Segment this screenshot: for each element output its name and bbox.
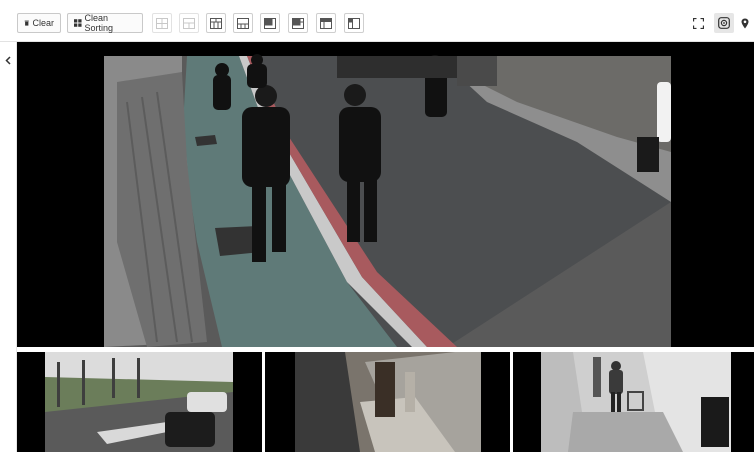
camera-tile-3[interactable] bbox=[513, 352, 754, 452]
layout-button-2[interactable] bbox=[179, 13, 199, 33]
layout-1-top-3-bottom-icon bbox=[237, 17, 249, 29]
camera-image-2 bbox=[265, 352, 510, 452]
trash-icon bbox=[24, 20, 29, 26]
snapshot-target-icon bbox=[718, 17, 730, 29]
snapshot-button[interactable] bbox=[714, 13, 734, 33]
camera-image-3 bbox=[513, 352, 754, 452]
main-camera-image bbox=[17, 42, 754, 347]
layout-button-6[interactable] bbox=[288, 13, 308, 33]
layout-button-8[interactable] bbox=[344, 13, 364, 33]
sidebar-collapse bbox=[0, 42, 17, 452]
video-grid bbox=[17, 42, 754, 452]
surveillance-app: Clear Clean Sorting bbox=[0, 0, 754, 452]
layout-2-top-icon bbox=[320, 17, 332, 29]
layout-1-top-2-bottom-icon bbox=[210, 17, 222, 29]
layout-button-5[interactable] bbox=[260, 13, 280, 33]
camera-image-1 bbox=[17, 352, 262, 452]
clear-label: Clear bbox=[32, 18, 54, 28]
layout-1-big-5-small-icon bbox=[292, 17, 304, 29]
clear-button[interactable]: Clear bbox=[17, 13, 61, 33]
map-pin-button[interactable] bbox=[738, 13, 752, 33]
map-pin-icon bbox=[741, 18, 749, 28]
layout-button-4[interactable] bbox=[233, 13, 253, 33]
fullscreen-icon bbox=[692, 17, 704, 29]
layout-button-3[interactable] bbox=[206, 13, 226, 33]
layout-button-7[interactable] bbox=[316, 13, 336, 33]
layout-1x2-h-icon bbox=[156, 17, 168, 29]
camera-tile-2[interactable] bbox=[265, 352, 510, 452]
toolbar: Clear Clean Sorting bbox=[0, 0, 754, 42]
fullscreen-button[interactable] bbox=[688, 13, 708, 33]
clean-sorting-button[interactable]: Clean Sorting bbox=[67, 13, 143, 33]
layout-1-left-3-right-icon bbox=[264, 17, 276, 29]
layout-button-1[interactable] bbox=[152, 13, 172, 33]
camera-tile-1[interactable] bbox=[17, 352, 262, 452]
clean-sorting-label: Clean Sorting bbox=[84, 13, 114, 33]
layout-2x2-icon bbox=[183, 17, 195, 29]
layout-corner-icon bbox=[348, 17, 360, 29]
grid-icon bbox=[74, 19, 82, 27]
chevron-left-icon[interactable] bbox=[4, 56, 13, 65]
main-camera-view[interactable] bbox=[17, 42, 754, 347]
